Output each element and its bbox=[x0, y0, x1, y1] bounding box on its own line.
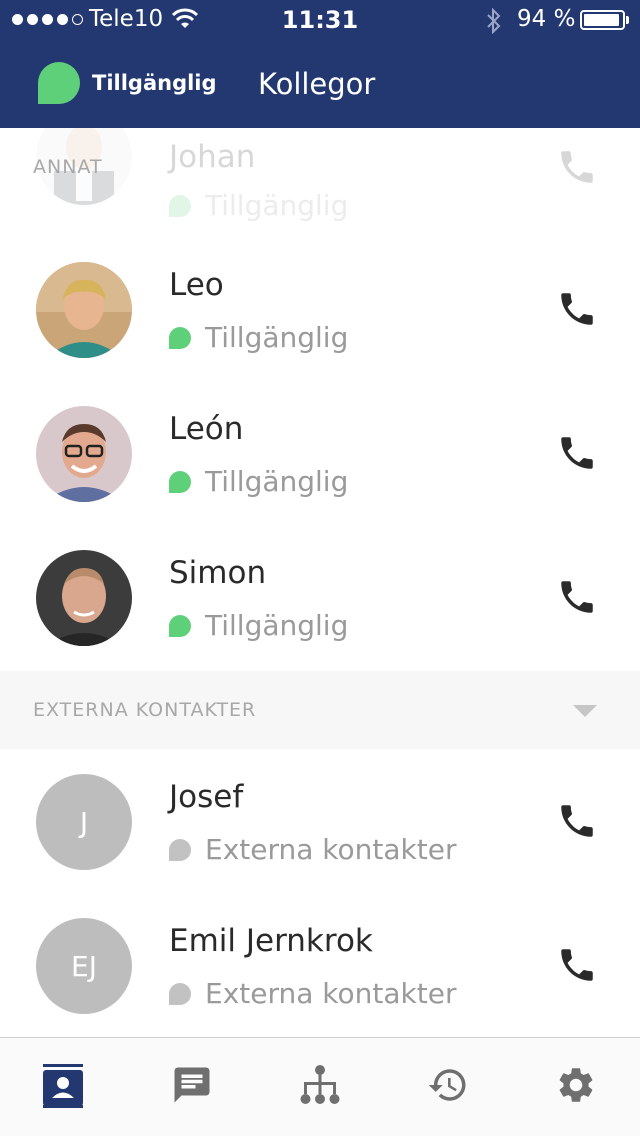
contact-name: Leo bbox=[169, 267, 224, 303]
presence-selector[interactable]: Tillgänglig bbox=[38, 62, 217, 104]
avatar bbox=[36, 550, 132, 646]
contact-name: León bbox=[169, 411, 244, 447]
contact-list[interactable]: Johan Tillgänglig ANNAT Leo Tillgänglig bbox=[0, 128, 640, 1037]
top-bar: Tele10 11:31 94 % Tillgänglig Kollegor bbox=[0, 0, 640, 128]
org-chart-icon[interactable] bbox=[299, 1064, 341, 1106]
phone-icon[interactable] bbox=[556, 800, 598, 842]
nav-bar: Tillgänglig Kollegor bbox=[0, 42, 640, 128]
bluetooth-icon bbox=[487, 8, 501, 34]
contact-status: Tillgänglig bbox=[169, 321, 348, 354]
avatar: J bbox=[36, 774, 132, 870]
external-status-icon bbox=[169, 982, 191, 1005]
contact-status: Tillgänglig bbox=[169, 609, 348, 642]
external-status-icon bbox=[169, 838, 191, 861]
contacts-icon[interactable] bbox=[43, 1064, 83, 1108]
tab-bar bbox=[0, 1037, 640, 1136]
contact-row[interactable]: León Tillgänglig bbox=[0, 373, 640, 517]
settings-icon[interactable] bbox=[555, 1064, 597, 1106]
avatar bbox=[36, 406, 132, 502]
contact-status: Tillgänglig bbox=[169, 189, 348, 222]
contact-row[interactable]: Johan Tillgänglig bbox=[0, 128, 640, 229]
contact-row[interactable]: Simon Tillgänglig bbox=[0, 517, 640, 661]
section-header-external[interactable]: EXTERNA KONTAKTER bbox=[0, 671, 640, 749]
contact-row[interactable]: EJ Emil Jernkrok Externa kontakter bbox=[0, 885, 640, 1029]
contact-row[interactable]: J Josef Externa kontakter bbox=[0, 741, 640, 885]
contact-status: Tillgänglig bbox=[169, 465, 348, 498]
section-label: EXTERNA KONTAKTER bbox=[33, 699, 257, 721]
status-bar: Tele10 11:31 94 % bbox=[0, 0, 640, 42]
presence-label: Tillgänglig bbox=[92, 71, 217, 95]
avatar: EJ bbox=[36, 918, 132, 1014]
battery-icon bbox=[580, 10, 625, 30]
phone-icon[interactable] bbox=[556, 944, 598, 986]
battery-percentage: 94 % bbox=[517, 6, 576, 32]
chevron-down-icon[interactable] bbox=[573, 705, 597, 717]
phone-icon[interactable] bbox=[556, 288, 598, 330]
available-status-icon bbox=[169, 614, 191, 637]
contact-name: Johan bbox=[169, 139, 256, 175]
contact-name: Simon bbox=[169, 555, 267, 591]
contact-status: Externa kontakter bbox=[169, 833, 456, 866]
page-title: Kollegor bbox=[258, 67, 376, 101]
phone-icon[interactable] bbox=[556, 146, 598, 188]
contact-status: Externa kontakter bbox=[169, 977, 456, 1010]
presence-bubble-icon bbox=[38, 62, 80, 104]
avatar bbox=[36, 262, 132, 358]
contact-row[interactable]: Leo Tillgänglig bbox=[0, 229, 640, 373]
phone-icon[interactable] bbox=[556, 576, 598, 618]
history-icon[interactable] bbox=[427, 1064, 469, 1106]
section-header-annat: ANNAT bbox=[33, 156, 103, 178]
contact-name: Josef bbox=[169, 779, 244, 815]
chat-icon[interactable] bbox=[171, 1064, 213, 1106]
contact-name: Emil Jernkrok bbox=[169, 923, 373, 959]
available-status-icon bbox=[169, 470, 191, 493]
available-status-icon bbox=[169, 194, 191, 217]
available-status-icon bbox=[169, 326, 191, 349]
phone-icon[interactable] bbox=[556, 432, 598, 474]
